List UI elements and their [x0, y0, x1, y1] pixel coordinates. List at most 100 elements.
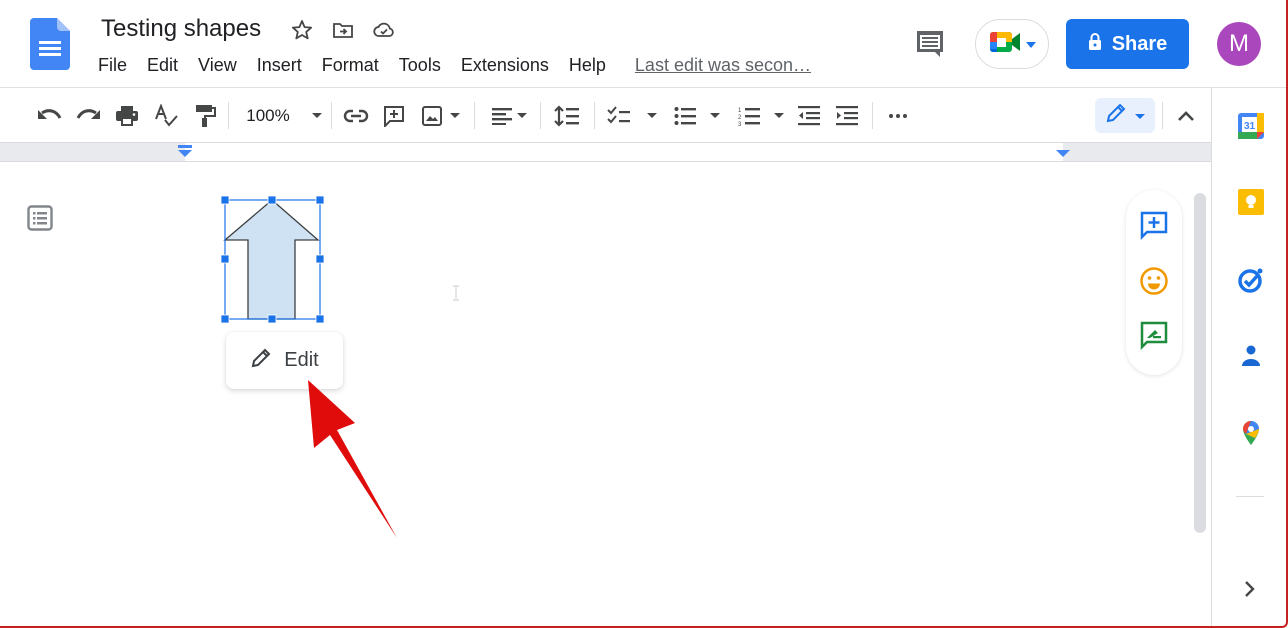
comment-history-icon[interactable] — [913, 28, 947, 60]
toolbar-divider — [228, 102, 229, 129]
chevron-down-icon — [774, 113, 784, 119]
chevron-right-icon — [1240, 581, 1260, 604]
print-button[interactable] — [113, 102, 141, 130]
meet-dropdown-icon — [1026, 35, 1036, 53]
vertical-scrollbar[interactable] — [1194, 193, 1206, 533]
chevron-down-icon — [450, 113, 460, 119]
chevron-down-icon — [311, 113, 322, 119]
numbered-list-icon: 123 — [738, 106, 760, 126]
maps-icon — [1237, 419, 1265, 452]
calendar-app-button[interactable]: 31 — [1237, 112, 1265, 145]
maps-app-button[interactable] — [1237, 419, 1265, 452]
contacts-app-button[interactable] — [1237, 344, 1265, 372]
menu-help[interactable]: Help — [569, 55, 616, 76]
checklist-button[interactable] — [606, 102, 658, 130]
paint-format-icon — [194, 104, 216, 128]
suggest-edit-icon — [1139, 320, 1169, 355]
insert-image-button[interactable] — [418, 102, 464, 130]
redo-icon — [76, 106, 102, 126]
ruler-page-area — [185, 143, 1063, 161]
resize-handle — [315, 254, 325, 264]
toolbar-divider — [872, 102, 873, 129]
align-button[interactable] — [488, 102, 530, 130]
chevron-up-icon — [1177, 110, 1195, 122]
toolbar-divider — [540, 102, 541, 129]
move-to-folder-icon[interactable] — [331, 18, 355, 42]
account-avatar[interactable]: M — [1217, 22, 1261, 66]
tasks-app-button[interactable] — [1237, 268, 1265, 296]
docs-logo-icon[interactable] — [30, 18, 70, 70]
spellcheck-icon — [154, 104, 178, 128]
expand-side-panel-button[interactable] — [1240, 578, 1260, 600]
side-panel-divider — [1236, 496, 1264, 497]
calendar-icon: 31 — [1237, 112, 1265, 145]
tasks-icon — [1237, 266, 1265, 299]
hide-menus-button[interactable] — [1174, 102, 1198, 130]
selected-drawing[interactable] — [218, 193, 328, 327]
svg-text:3: 3 — [738, 122, 742, 126]
line-spacing-button[interactable] — [553, 102, 581, 130]
menu-tools[interactable]: Tools — [399, 55, 451, 76]
last-edit-link[interactable]: Last edit was secon… — [635, 55, 811, 76]
chevron-down-icon — [516, 113, 527, 119]
horizontal-ruler — [0, 143, 1211, 162]
toolbar-divider — [594, 102, 595, 129]
bulleted-list-icon — [674, 106, 696, 126]
svg-text:1: 1 — [738, 108, 742, 114]
text-cursor-icon — [452, 285, 460, 301]
side-panel: 31 — [1211, 88, 1286, 628]
menu-edit[interactable]: Edit — [147, 55, 188, 76]
menu-format[interactable]: Format — [322, 55, 389, 76]
keep-app-button[interactable] — [1237, 188, 1265, 221]
line-spacing-icon — [554, 105, 580, 127]
more-options-button[interactable] — [886, 102, 910, 130]
formatting-toolbar: 100% 123 — [0, 88, 1211, 143]
zoom-select[interactable]: 100% — [243, 102, 325, 130]
numbered-list-button[interactable]: 123 — [736, 102, 786, 130]
redo-button[interactable] — [75, 102, 103, 130]
add-comment-button[interactable] — [380, 102, 408, 130]
document-outline-icon[interactable] — [27, 205, 53, 231]
keep-icon — [1237, 188, 1265, 221]
toolbar-divider — [1162, 102, 1163, 129]
pencil-icon — [250, 347, 272, 375]
increase-indent-button[interactable] — [834, 102, 860, 130]
undo-icon — [36, 106, 62, 126]
editing-mode-button[interactable] — [1095, 98, 1155, 133]
increase-indent-icon — [836, 106, 858, 126]
more-horizontal-icon — [888, 113, 908, 119]
meet-button[interactable] — [975, 19, 1049, 69]
undo-button[interactable] — [35, 102, 63, 130]
pencil-icon — [1105, 102, 1127, 129]
add-comment-float-button[interactable] — [1139, 211, 1169, 242]
share-button[interactable]: Share — [1066, 19, 1189, 69]
decrease-indent-icon — [798, 106, 820, 126]
menu-view[interactable]: View — [198, 55, 247, 76]
share-label: Share — [1111, 32, 1168, 55]
menu-bar: File Edit View Insert Format Tools Exten… — [98, 55, 811, 76]
add-emoji-reaction-button[interactable] — [1139, 266, 1169, 301]
menu-file[interactable]: File — [98, 55, 137, 76]
app-header: Testing shapes File Edit View Insert For… — [0, 0, 1286, 88]
resize-handle — [267, 314, 277, 324]
chevron-down-icon — [647, 113, 657, 119]
svg-text:31: 31 — [1244, 121, 1256, 132]
zoom-value: 100% — [246, 106, 290, 125]
star-icon[interactable] — [290, 18, 314, 42]
insert-link-button[interactable] — [342, 102, 370, 130]
suggest-edits-button[interactable] — [1139, 320, 1169, 355]
lock-icon — [1088, 32, 1102, 56]
paint-format-button[interactable] — [191, 102, 219, 130]
menu-insert[interactable]: Insert — [257, 55, 312, 76]
cloud-saved-icon[interactable] — [372, 18, 396, 42]
document-canvas[interactable] — [0, 162, 1211, 628]
contacts-icon — [1237, 342, 1265, 375]
document-title[interactable]: Testing shapes — [99, 15, 263, 43]
bulleted-list-button[interactable] — [672, 102, 722, 130]
menu-extensions[interactable]: Extensions — [461, 55, 559, 76]
decrease-indent-button[interactable] — [796, 102, 822, 130]
emoji-icon — [1139, 266, 1169, 301]
meet-icon — [988, 28, 1022, 61]
resize-handle — [315, 314, 325, 324]
spellcheck-button[interactable] — [152, 102, 180, 130]
